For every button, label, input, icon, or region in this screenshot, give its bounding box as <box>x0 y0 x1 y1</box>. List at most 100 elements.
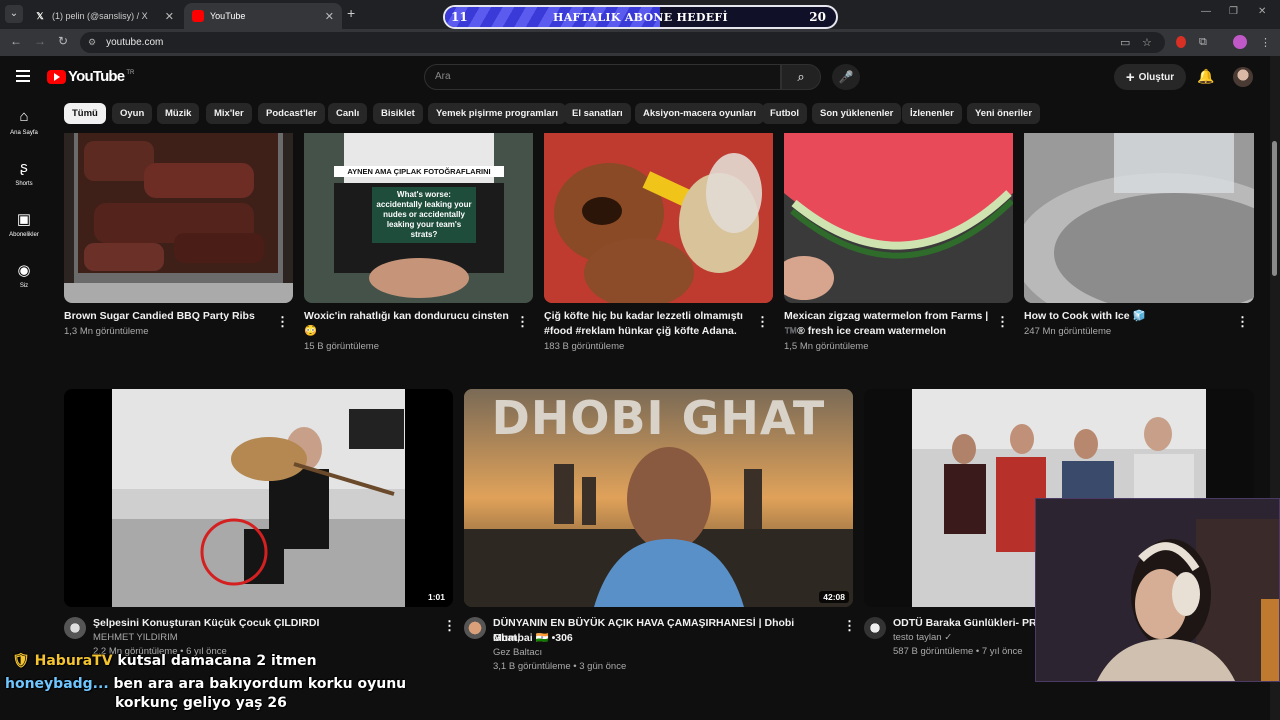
thumbnail-caption: AYNEN AMA ÇIPLAK FOTOĞRAFLARINI <box>334 166 504 177</box>
more-options-icon[interactable]: ⋮ <box>516 314 529 330</box>
channel-avatar[interactable] <box>864 617 886 639</box>
video-thumbnail[interactable]: DHOBI GHAT 42:08 <box>464 389 853 607</box>
youtube-logo[interactable]: YouTube TR <box>47 68 134 85</box>
video-title[interactable]: Brown Sugar Candied BBQ Party Ribs <box>64 309 274 324</box>
more-options-icon[interactable]: ⋮ <box>756 314 769 330</box>
video-thumbnail[interactable] <box>784 133 1013 303</box>
reload-icon[interactable]: ↻ <box>58 34 68 48</box>
video-thumbnail[interactable]: AYNEN AMA ÇIPLAK FOTOĞRAFLARINI What's w… <box>304 133 533 303</box>
video-title[interactable]: Çiğ köfte hiç bu kadar lezzetli olmamışt… <box>544 309 754 324</box>
chip[interactable]: Aksiyon-macera oyunları <box>635 103 764 124</box>
chip[interactable]: İzlenenler <box>902 103 962 124</box>
back-arrow-icon[interactable]: ← <box>10 34 22 48</box>
video-title[interactable]: Şelpesini Konuşturan Küçük Çocuk ÇILDIRD… <box>93 616 423 631</box>
channel-name[interactable]: MEHMET YILDIRIM <box>93 631 178 646</box>
more-options-icon[interactable]: ⋮ <box>1236 314 1249 330</box>
video-duration: 42:08 <box>819 591 849 603</box>
watermelon-thumbnail-image <box>784 133 1013 303</box>
sidebar-item-subscriptions[interactable]: ▣ Abonelikler <box>0 210 48 238</box>
you-icon: ◉ <box>17 262 31 279</box>
address-bar[interactable]: ⚙ youtube.com <box>80 32 1165 53</box>
webcam-image <box>1036 499 1279 681</box>
home-icon: ⌂ <box>19 108 29 125</box>
thumbnail-title-text: DHOBI GHAT <box>491 391 826 445</box>
video-title-line2: ™️® fresh ice cream watermelon <box>784 325 947 337</box>
browser-profile-icon[interactable] <box>1233 35 1247 49</box>
chip[interactable]: Futbol <box>762 103 808 124</box>
search-icon[interactable]: ⌕ <box>781 64 821 90</box>
chat-text: korkunç geliyo yaş 26 <box>115 695 287 711</box>
chip[interactable]: El sanatları <box>564 103 631 124</box>
video-title[interactable]: How to Cook with Ice 🧊 <box>1024 309 1234 324</box>
cast-icon[interactable]: ▭ <box>1120 36 1130 49</box>
chat-username: 🛡 HaburaTV <box>12 653 113 669</box>
menu-hamburger-icon[interactable] <box>16 70 30 85</box>
more-options-icon[interactable]: ⋮ <box>443 618 456 634</box>
sidebar-item-shorts[interactable]: ʂ Shorts <box>0 159 48 187</box>
chip-all[interactable]: Tümü <box>64 103 106 124</box>
chip[interactable]: Yeni öneriler <box>967 103 1041 124</box>
channel-name[interactable]: Gez Baltacı <box>493 646 542 661</box>
shorts-icon: ʂ <box>20 159 28 176</box>
chip[interactable]: Yemek pişirme programları <box>428 103 566 124</box>
chat-message: korkunç geliyo yaş 26 <box>115 695 287 711</box>
chat-message: 🛡 HaburaTV kutsal damacana 2 itmen <box>12 653 317 669</box>
new-tab-plus-icon[interactable]: + <box>347 5 355 21</box>
sidebar-item-you[interactable]: ◉ Siz <box>0 261 48 289</box>
close-icon[interactable]: ✕ <box>165 10 174 23</box>
extension-icon[interactable] <box>1176 36 1186 48</box>
video-title-line2: Mumbai 🇮🇳 •306 <box>493 632 573 644</box>
ribs-thumbnail-image <box>64 133 293 303</box>
cigkofte-thumbnail-image <box>544 133 773 303</box>
browser-tab-x[interactable]: 𝕏 (1) pelin (@sanslisy) / X ✕ <box>26 3 182 29</box>
window-close-icon[interactable]: ✕ <box>1258 6 1266 17</box>
search-input[interactable]: Ara <box>424 64 781 90</box>
notifications-bell-icon[interactable]: 🔔 <box>1197 68 1214 85</box>
goal-title: HAFTALIK ABONE HEDEFİ <box>553 11 728 24</box>
view-count: 1,5 Mn görüntüleme <box>784 341 869 352</box>
view-count: 183 B görüntüleme <box>544 341 625 352</box>
microphone-icon[interactable]: 🎤 <box>832 64 860 90</box>
chip[interactable]: Podcast'ler <box>258 103 325 124</box>
video-title-line2: #food #reklam hünkar çiğ köfte Adana. <box>544 325 737 337</box>
scrollbar-thumb[interactable] <box>1272 141 1277 276</box>
video-thumbnail[interactable] <box>64 133 293 303</box>
subscriptions-icon: ▣ <box>16 211 32 228</box>
more-options-icon[interactable]: ⋮ <box>276 314 289 330</box>
chip[interactable]: Oyun <box>112 103 153 124</box>
tab-search-chevron-icon[interactable]: ⌄ <box>5 5 23 23</box>
chip[interactable]: Canlı <box>328 103 368 124</box>
video-thumbnail[interactable] <box>544 133 773 303</box>
more-options-icon[interactable]: ⋮ <box>843 618 856 634</box>
chip[interactable]: Bisiklet <box>373 103 423 124</box>
browser-menu-icon[interactable]: ⋮ <box>1260 36 1271 49</box>
more-options-icon[interactable]: ⋮ <box>996 314 1009 330</box>
video-title[interactable]: ODTÜ Baraka Günlükleri- PR D <box>893 616 1038 631</box>
channel-avatar[interactable] <box>464 617 486 639</box>
chip[interactable]: Mix'ler <box>206 103 252 124</box>
site-info-icon[interactable]: ⚙ <box>88 37 96 48</box>
extensions-puzzle-icon[interactable]: ⧉ <box>1199 36 1207 49</box>
close-icon[interactable]: ✕ <box>325 10 334 23</box>
create-button[interactable]: + Oluştur <box>1114 64 1186 90</box>
video-thumbnail[interactable] <box>1024 133 1254 303</box>
video-title[interactable]: Mexican zigzag watermelon from Farms | <box>784 309 994 324</box>
browser-tab-youtube[interactable]: YouTube ✕ <box>184 3 342 29</box>
sidebar-item-home[interactable]: ⌂ Ana Sayfa <box>0 108 48 136</box>
chip[interactable]: Müzik <box>157 103 200 124</box>
video-title[interactable]: Woxic'in rahatlığı kan dondurucu cinsten <box>304 309 514 324</box>
chip[interactable]: Son yüklenenler <box>812 103 902 124</box>
channel-name[interactable]: testo taylan ✓ <box>893 631 952 646</box>
baglama-thumbnail-image <box>112 389 405 607</box>
avatar[interactable] <box>1233 67 1253 87</box>
thumbnail-quote: What's worse: accidentally leaking your … <box>372 187 476 243</box>
bookmark-star-icon[interactable]: ☆ <box>1142 36 1152 49</box>
chat-username: honeybadg... <box>5 676 109 692</box>
minimize-icon[interactable]: — <box>1201 6 1211 17</box>
video-thumbnail[interactable]: 1:01 <box>64 389 453 607</box>
maximize-icon[interactable]: ❐ <box>1229 6 1238 17</box>
channel-avatar[interactable] <box>64 617 86 639</box>
youtube-header: YouTube TR Ara ⌕ 🎤 + Oluştur 🔔 <box>0 56 1270 98</box>
chat-text: kutsal damacana 2 itmen <box>117 653 317 669</box>
forward-arrow-icon[interactable]: → <box>34 34 46 48</box>
